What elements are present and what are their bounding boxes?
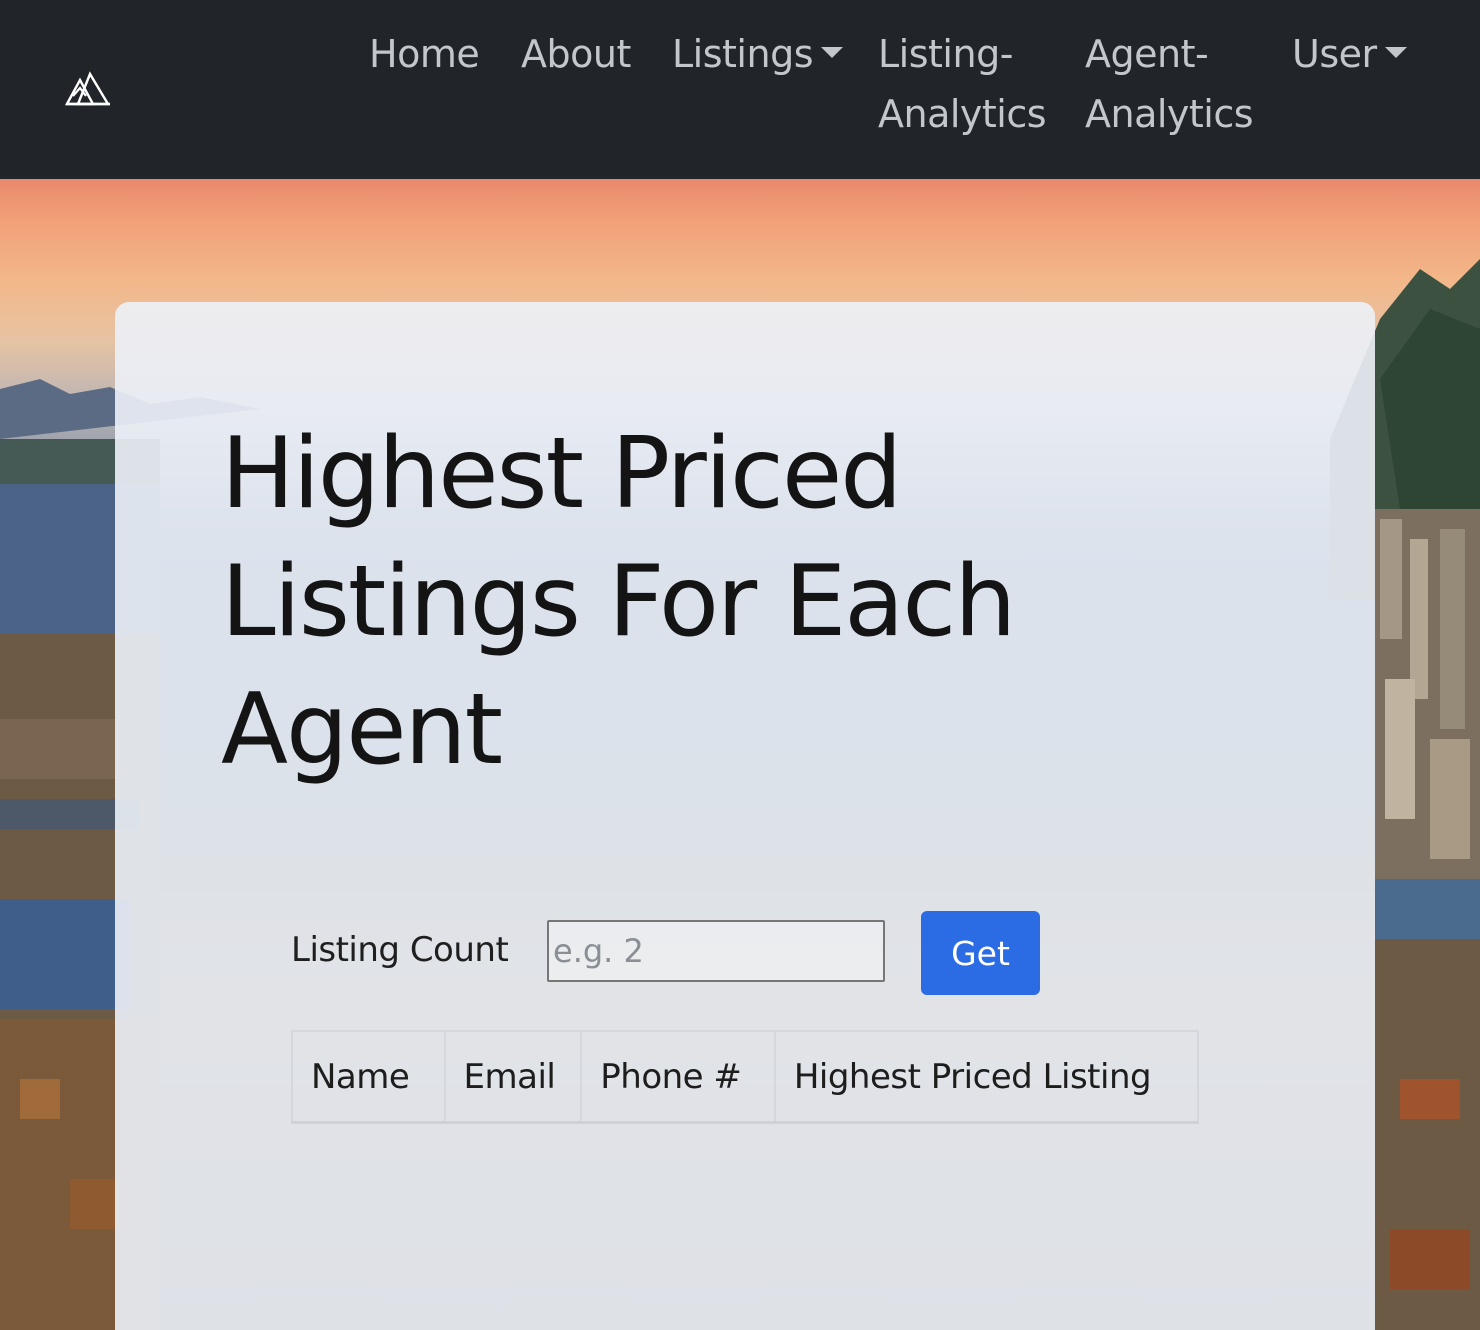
nav-user-label: User [1292, 32, 1377, 76]
nav-agent-analytics-label-line1: Agent- [1085, 32, 1209, 76]
nav-about-label: About [521, 32, 631, 76]
column-header-highest-priced-listing: Highest Priced Listing [773, 1030, 1200, 1124]
results-table: Name Email Phone # Highest Priced Listin… [291, 1030, 1200, 1124]
caret-down-icon [821, 47, 843, 58]
nav-home-label: Home [369, 32, 480, 76]
nav-dropdown-user[interactable]: User [1292, 24, 1407, 84]
brand-logo-icon[interactable] [64, 70, 112, 110]
page-title: Highest Priced Listings For Each Agent [221, 417, 1016, 787]
nav-agent-analytics-label-line2: Analytics [1085, 92, 1254, 136]
nav-link-home[interactable]: Home [369, 24, 480, 84]
get-button[interactable]: Get [921, 911, 1040, 995]
column-header-phone: Phone # [580, 1030, 776, 1124]
top-navbar: Home About Listings Listing- Analytics A… [0, 0, 1480, 179]
listing-count-input[interactable] [547, 920, 885, 982]
nav-link-listing-analytics[interactable]: Listing- Analytics [878, 24, 1047, 144]
table-header-row: Name Email Phone # Highest Priced Listin… [291, 1030, 1200, 1124]
column-header-email: Email [443, 1030, 583, 1124]
nav-link-agent-analytics[interactable]: Agent- Analytics [1085, 24, 1254, 144]
nav-listing-analytics-label-line1: Listing- [878, 32, 1013, 76]
column-header-name: Name [291, 1030, 446, 1124]
agents-table: Name Email Phone # Highest Priced Listin… [291, 1030, 1200, 1124]
nav-listing-analytics-label-line2: Analytics [878, 92, 1047, 136]
caret-down-icon [1384, 47, 1407, 58]
nav-link-about[interactable]: About [521, 24, 631, 84]
listing-count-label: Listing Count [291, 930, 509, 970]
mountain-logo-icon [64, 71, 111, 106]
nav-dropdown-listings[interactable]: Listings [672, 24, 843, 84]
nav-listings-label: Listings [672, 32, 814, 76]
